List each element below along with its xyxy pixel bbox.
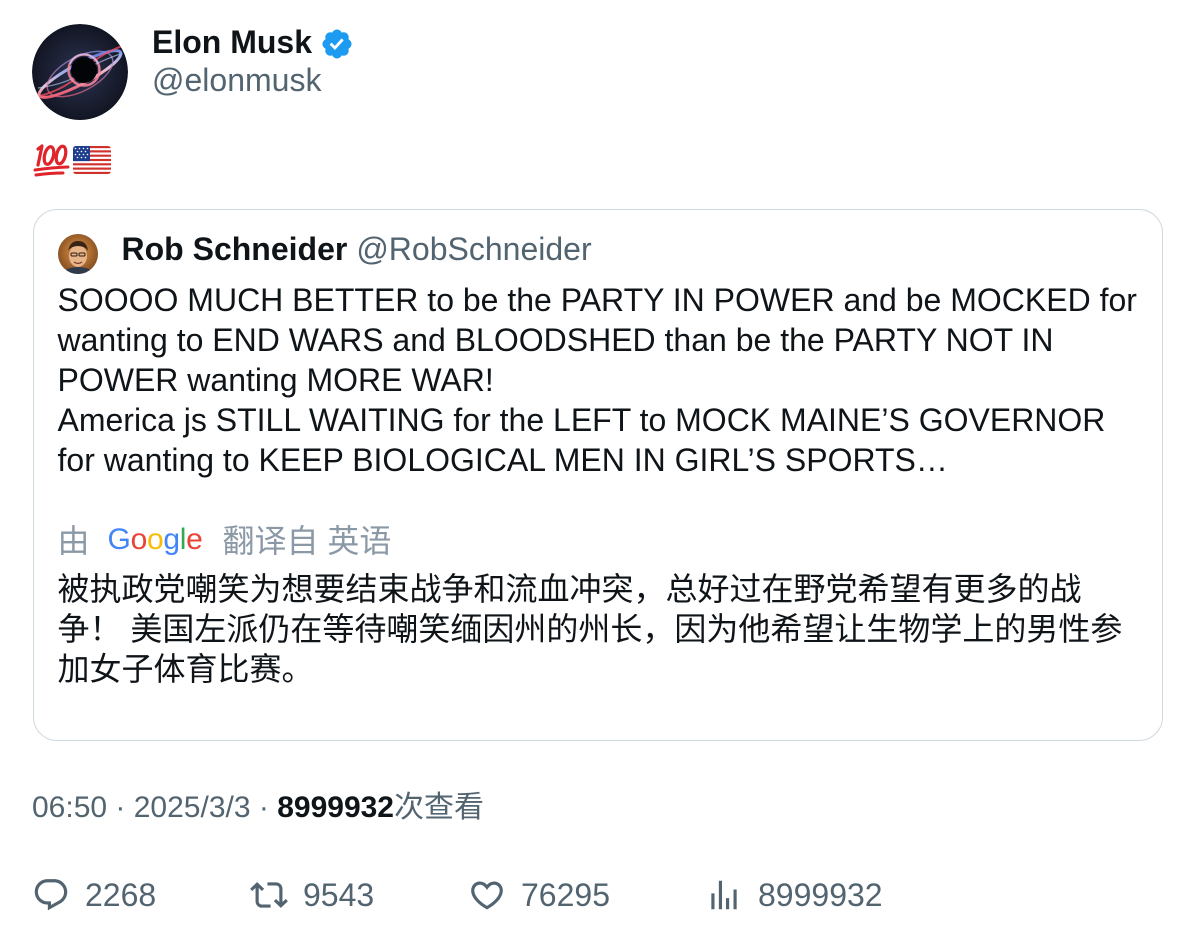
reply-count: 2268 xyxy=(85,877,157,913)
black-hole-avatar-image xyxy=(32,24,128,120)
quoted-author-handle: @RobSchneider xyxy=(356,230,592,267)
quoted-author-avatar xyxy=(57,233,98,274)
like-icon[interactable] xyxy=(468,876,506,914)
author-name[interactable]: Elon Musk xyxy=(152,22,312,62)
meta-separator: · xyxy=(250,791,278,824)
author-handle[interactable]: @elonmusk xyxy=(152,60,321,100)
retweet-count: 9543 xyxy=(303,877,375,913)
tweet-text xyxy=(32,140,111,180)
google-logo-letter: o xyxy=(146,522,164,556)
us-flag-icon xyxy=(73,146,111,174)
translated-text-line: 争！ 美国左派仍在等待嘲笑缅因州的州长，因为他希望让生物学上的男性参 xyxy=(57,610,1123,647)
translation-source-language: 翻译自 英语 xyxy=(222,522,392,559)
google-logo-letter: G xyxy=(107,522,131,556)
like-button[interactable]: 76295 xyxy=(468,875,610,915)
reply-icon[interactable] xyxy=(32,876,70,914)
quoted-author-name: Rob Schneider xyxy=(121,230,348,267)
views-icon[interactable] xyxy=(705,876,743,914)
translated-text-line: 被执政党嘲笑为想要结束战争和流血冲突，总好过在野党希望有更多的战 xyxy=(57,570,1082,607)
hundred-points-icon xyxy=(33,144,70,177)
google-logo-letter: o xyxy=(130,522,148,556)
translation-prefix: 由 xyxy=(57,522,90,559)
view-count: 8999932 xyxy=(277,791,394,824)
views-count: 8999932 xyxy=(758,877,883,913)
google-logo-letter: e xyxy=(186,522,203,556)
view-count-label: 次查看 xyxy=(394,791,484,824)
retweet-button[interactable]: 9543 xyxy=(250,875,374,915)
reply-button[interactable]: 2268 xyxy=(32,875,156,915)
tweet-time[interactable]: 06:50 xyxy=(32,791,107,824)
verified-badge-icon xyxy=(322,28,352,59)
translation-attribution: 由 Google 翻译自 英语 xyxy=(58,521,392,561)
tweet-date[interactable]: 2025/3/3 xyxy=(134,791,251,824)
google-logo-letter: g xyxy=(163,522,180,556)
quoted-tweet-line: SOOOO MUCH BETTER to be the PARTY IN POW… xyxy=(57,281,1137,318)
quoted-tweet-line: for wanting to KEEP BIOLOGICAL MEN IN GI… xyxy=(57,441,948,478)
quoted-tweet-line: wanting to END WARS and BLOODSHED than b… xyxy=(57,321,1054,358)
meta-separator: · xyxy=(107,791,134,824)
views-button[interactable]: 8999932 xyxy=(705,875,883,915)
google-logo: Google xyxy=(108,520,203,560)
author-avatar[interactable] xyxy=(32,24,128,120)
tweet-meta: 06:50 · 2025/3/3 · 8999932次查看 xyxy=(32,788,484,828)
retweet-icon[interactable] xyxy=(250,876,288,914)
like-count: 76295 xyxy=(521,877,610,913)
quoted-tweet-line: POWER wanting MORE WAR! xyxy=(57,361,494,398)
quoted-author-row: Rob Schneider @RobSchneider xyxy=(122,229,592,269)
quoted-tweet-card[interactable]: Rob Schneider @RobSchneider SOOOO MUCH B… xyxy=(33,209,1163,741)
translated-text-line: 加女子体育比赛。 xyxy=(57,650,314,687)
quoted-tweet-text: SOOOO MUCH BETTER to be the PARTY IN POW… xyxy=(58,280,1137,480)
quoted-tweet-line: America js STILL WAITING for the LEFT to… xyxy=(57,401,1106,438)
author-name-row: Elon Musk xyxy=(152,22,354,62)
translated-text: 被执政党嘲笑为想要结束战争和流血冲突，总好过在野党希望有更多的战 争！ 美国左派… xyxy=(58,569,1123,689)
